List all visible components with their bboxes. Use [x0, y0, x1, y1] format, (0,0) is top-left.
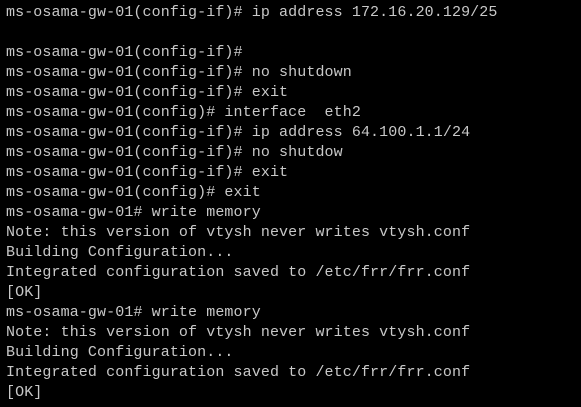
terminal-line: Note: this version of vtysh never writes…	[6, 324, 471, 341]
terminal-window[interactable]: ms-osama-gw-01(config-if)# ip address 17…	[0, 0, 581, 407]
terminal-line: Integrated configuration saved to /etc/f…	[6, 264, 471, 281]
terminal-line: ms-osama-gw-01(config-if)# no shutdown	[6, 64, 352, 81]
terminal-line: ms-osama-gw-01# write memory	[6, 204, 261, 221]
terminal-line: Integrated configuration saved to /etc/f…	[6, 364, 471, 381]
terminal-line: ms-osama-gw-01(config-if)# ip address 64…	[6, 124, 471, 141]
terminal-line: [OK]	[6, 284, 43, 301]
terminal-line: ms-osama-gw-01(config-if)# exit	[6, 164, 289, 181]
terminal-line: ms-osama-gw-01(config)# interface eth2	[6, 104, 361, 121]
terminal-line: ms-osama-gw-01(config)# exit	[6, 184, 261, 201]
terminal-line: Building Configuration...	[6, 244, 234, 261]
terminal-line: Building Configuration...	[6, 344, 234, 361]
terminal-line: ms-osama-gw-01# write memory	[6, 304, 261, 321]
terminal-line: ms-osama-gw-01(config-if)# no shutdow	[6, 144, 343, 161]
terminal-line: Note: this version of vtysh never writes…	[6, 224, 471, 241]
terminal-line: [OK]	[6, 384, 43, 401]
terminal-line: ms-osama-gw-01(config-if)# ip address 17…	[6, 4, 498, 21]
terminal-line: ms-osama-gw-01(config-if)#	[6, 44, 243, 61]
terminal-line: ms-osama-gw-01(config-if)# exit	[6, 84, 289, 101]
